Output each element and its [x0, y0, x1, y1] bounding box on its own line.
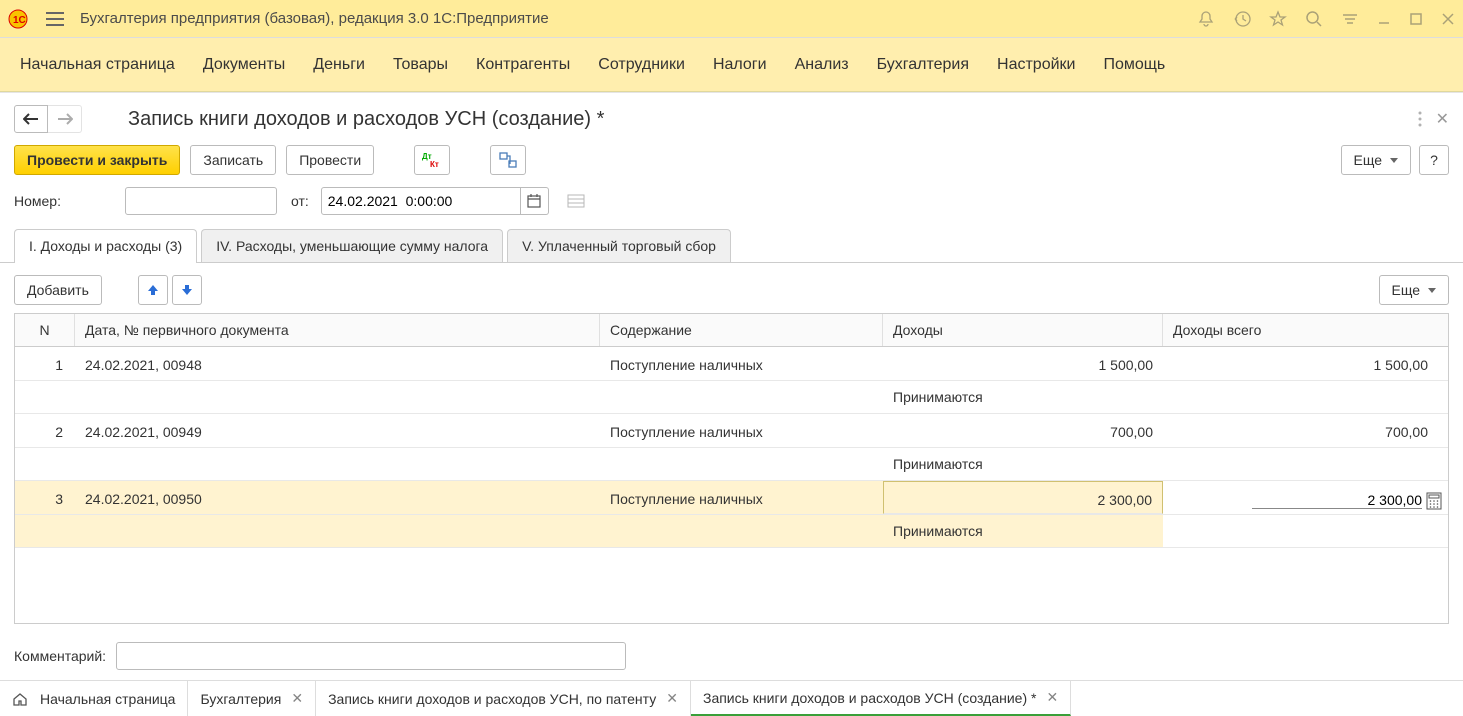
menu-start[interactable]: Начальная страница: [20, 56, 175, 74]
svg-text:Кт: Кт: [430, 160, 439, 168]
menu-settings[interactable]: Настройки: [997, 56, 1075, 74]
menu-analysis[interactable]: Анализ: [795, 56, 849, 74]
post-button[interactable]: Провести: [286, 145, 374, 175]
page-title: Запись книги доходов и расходов УСН (соз…: [128, 108, 1418, 131]
date-input[interactable]: [321, 187, 521, 215]
calculator-icon[interactable]: [1426, 492, 1442, 510]
maximize-icon[interactable]: [1409, 12, 1423, 26]
col-date[interactable]: Дата, № первичного документа: [75, 314, 600, 346]
table-row[interactable]: 1 24.02.2021, 00948 Поступление наличных…: [15, 347, 1448, 381]
btab-home[interactable]: Начальная страница: [0, 681, 188, 716]
calendar-icon[interactable]: [521, 187, 549, 215]
panel-icon[interactable]: [1341, 10, 1359, 28]
menu-documents[interactable]: Документы: [203, 56, 285, 74]
related-button[interactable]: [490, 145, 526, 175]
grid-header: N Дата, № первичного документа Содержани…: [15, 314, 1448, 347]
bottom-tabs: Начальная страница Бухгалтерия ✕ Запись …: [0, 680, 1463, 716]
col-n[interactable]: N: [15, 314, 75, 346]
save-button[interactable]: Записать: [190, 145, 276, 175]
grid: N Дата, № первичного документа Содержани…: [14, 313, 1449, 624]
nav-forward-button[interactable]: [48, 105, 82, 133]
page: Запись книги доходов и расходов УСН (соз…: [0, 92, 1463, 680]
more-button[interactable]: Еще: [1341, 145, 1412, 175]
col-total[interactable]: Доходы всего: [1163, 314, 1448, 346]
menu-goods[interactable]: Товары: [393, 56, 448, 74]
number-label: Номер:: [14, 193, 61, 209]
table-row-selected[interactable]: 3 24.02.2021, 00950 Поступление наличных…: [15, 481, 1448, 515]
svg-text:1С: 1С: [13, 15, 26, 26]
btab-record2-active[interactable]: Запись книги доходов и расходов УСН (соз…: [691, 681, 1071, 716]
bell-icon[interactable]: [1197, 10, 1215, 28]
list-icon[interactable]: [567, 194, 585, 208]
tab-tax-reducing[interactable]: IV. Расходы, уменьшающие сумму налога: [201, 229, 503, 262]
app-title: Бухгалтерия предприятия (базовая), редак…: [80, 10, 1197, 27]
close-icon[interactable]: ✕: [666, 690, 678, 707]
logo-1c: 1С: [8, 9, 36, 29]
minimize-icon[interactable]: [1377, 12, 1391, 26]
col-desc[interactable]: Содержание: [600, 314, 883, 346]
from-label: от:: [291, 193, 309, 209]
history-icon[interactable]: [1233, 10, 1251, 28]
menu-taxes[interactable]: Налоги: [713, 56, 767, 74]
table-row-sub-selected[interactable]: Принимаются: [15, 515, 1448, 548]
tabs: I. Доходы и расходы (3) IV. Расходы, уме…: [0, 229, 1463, 263]
menu-money[interactable]: Деньги: [313, 56, 365, 74]
close-icon[interactable]: ✕: [291, 690, 303, 707]
menu-help[interactable]: Помощь: [1103, 56, 1165, 74]
nav-back-button[interactable]: [14, 105, 48, 133]
menu-employees[interactable]: Сотрудники: [598, 56, 685, 74]
table-row[interactable]: 2 24.02.2021, 00949 Поступление наличных…: [15, 414, 1448, 448]
number-input[interactable]: [125, 187, 277, 215]
home-icon: [12, 692, 28, 706]
tab-income-expense[interactable]: I. Доходы и расходы (3): [14, 229, 197, 262]
comment-input[interactable]: [116, 642, 626, 670]
move-up-button[interactable]: [138, 275, 168, 305]
close-icon[interactable]: ✕: [1046, 689, 1058, 706]
help-button[interactable]: ?: [1419, 145, 1449, 175]
titlebar: 1С Бухгалтерия предприятия (базовая), ре…: [0, 0, 1463, 38]
dt-kt-button[interactable]: ДтКт: [414, 145, 450, 175]
table-more-button[interactable]: Еще: [1379, 275, 1450, 305]
main-menu: Начальная страница Документы Деньги Това…: [0, 38, 1463, 92]
btab-accounting[interactable]: Бухгалтерия ✕: [188, 681, 316, 716]
menu-counterparties[interactable]: Контрагенты: [476, 56, 570, 74]
btab-record1[interactable]: Запись книги доходов и расходов УСН, по …: [316, 681, 691, 716]
kebab-icon[interactable]: [1418, 111, 1422, 127]
tab-trade-fee[interactable]: V. Уплаченный торговый сбор: [507, 229, 731, 262]
table-row-sub[interactable]: Принимаются: [15, 448, 1448, 481]
comment-label: Комментарий:: [14, 648, 106, 664]
menu-accounting[interactable]: Бухгалтерия: [877, 56, 969, 74]
page-close-icon[interactable]: ✕: [1436, 109, 1449, 129]
window-close-icon[interactable]: [1441, 12, 1455, 26]
add-button[interactable]: Добавить: [14, 275, 102, 305]
move-down-button[interactable]: [172, 275, 202, 305]
search-icon[interactable]: [1305, 10, 1323, 28]
table-row-sub[interactable]: Принимаются: [15, 381, 1448, 414]
star-icon[interactable]: [1269, 10, 1287, 28]
income-total-input[interactable]: [1252, 492, 1422, 509]
hamburger-icon[interactable]: [46, 12, 64, 26]
income-total-edit-cell[interactable]: [1163, 481, 1448, 514]
col-income[interactable]: Доходы: [883, 314, 1163, 346]
post-close-button[interactable]: Провести и закрыть: [14, 145, 180, 175]
